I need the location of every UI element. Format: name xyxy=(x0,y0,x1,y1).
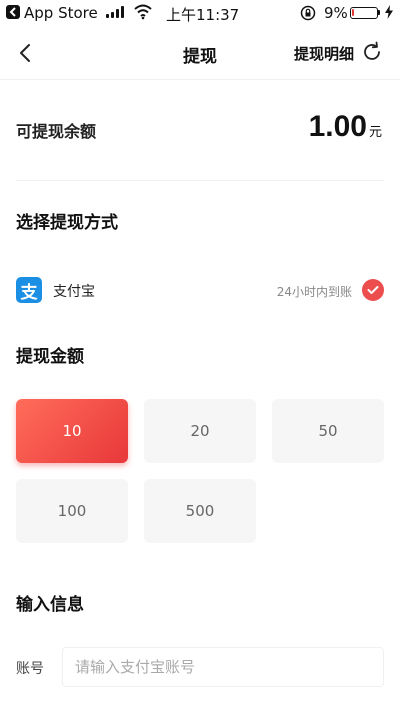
alipay-logo-icon: 支 xyxy=(16,277,42,303)
status-bar: App Store 上午11:37 9% xyxy=(0,0,400,26)
balance-unit: 元 xyxy=(368,125,382,140)
nav-bar: 提现 提现明细 xyxy=(0,26,400,80)
info-section-title: 输入信息 xyxy=(16,595,84,615)
back-to-app-label[interactable]: App Store xyxy=(24,4,98,22)
clock: 上午11:37 xyxy=(166,6,240,24)
wifi-icon xyxy=(134,4,152,20)
amount-option-100[interactable]: 100 xyxy=(16,479,128,543)
method-name: 支付宝 xyxy=(53,284,95,300)
signal-icon xyxy=(106,6,124,18)
withdraw-detail-link[interactable]: 提现明细 xyxy=(294,43,354,64)
divider xyxy=(16,180,384,181)
balance-value: 1.00 元 xyxy=(309,110,382,144)
battery-percent: 9% xyxy=(324,4,348,22)
back-to-app-icon[interactable] xyxy=(6,5,20,19)
rotation-lock-icon xyxy=(300,5,316,21)
amount-option-10[interactable]: 10 xyxy=(16,399,128,463)
battery-tip xyxy=(378,10,380,15)
method-section-title: 选择提现方式 xyxy=(16,213,118,233)
balance-label: 可提现余额 xyxy=(16,122,97,141)
method-alipay[interactable]: 支 支付宝 24小时内到账 xyxy=(0,268,400,312)
refresh-icon[interactable] xyxy=(360,40,384,64)
method-arrival-note: 24小时内到账 xyxy=(276,285,352,299)
battery-level xyxy=(352,9,354,16)
account-label: 账号 xyxy=(16,661,44,677)
battery-icon xyxy=(350,7,378,19)
checkmark-icon[interactable] xyxy=(362,279,384,301)
charging-icon xyxy=(385,5,393,19)
amount-option-500[interactable]: 500 xyxy=(144,479,256,543)
balance-amount: 1.00 xyxy=(308,110,367,143)
amount-option-50[interactable]: 50 xyxy=(272,399,384,463)
account-input[interactable] xyxy=(62,647,384,687)
amount-section-title: 提现金额 xyxy=(16,347,84,367)
amount-option-20[interactable]: 20 xyxy=(144,399,256,463)
